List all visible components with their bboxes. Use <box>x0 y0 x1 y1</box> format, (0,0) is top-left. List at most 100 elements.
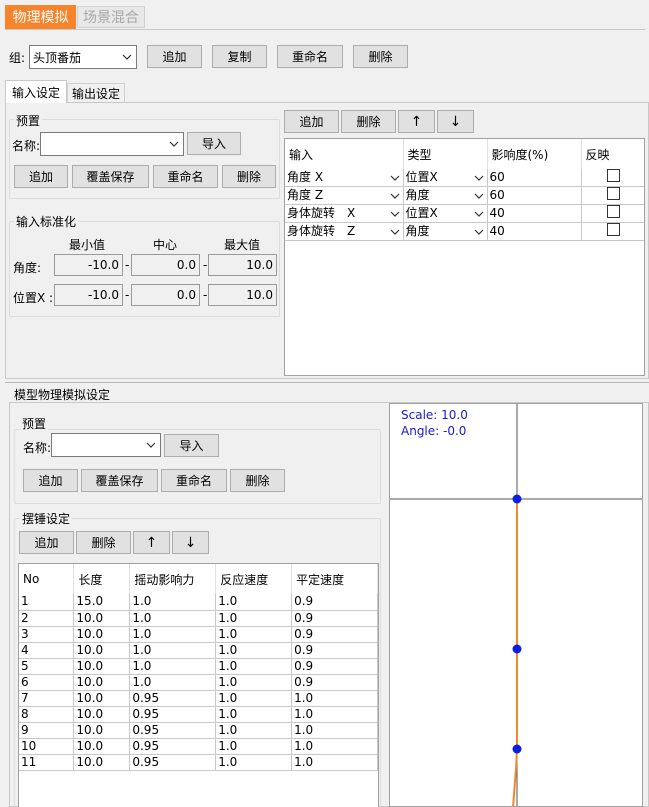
angle-min-input[interactable]: -10.0 <box>54 254 123 276</box>
input-cell-type[interactable]: 角度 <box>403 186 488 205</box>
table-row[interactable]: 10 10.0 0.95 1.0 1.0 <box>19 738 378 755</box>
pendulum-cell-settle[interactable]: 1.0 <box>291 706 378 723</box>
tab-input-settings[interactable]: 输入设定 <box>5 80 67 103</box>
table-row[interactable]: 9 10.0 0.95 1.0 1.0 <box>19 722 378 739</box>
input-table-row[interactable]: 角度 Z 角度 60 <box>285 186 644 205</box>
top-tab-scene-blend[interactable]: 场景混合 <box>77 6 145 28</box>
model-preset-name-select[interactable] <box>51 433 161 457</box>
group-copy-button[interactable]: 复制 <box>212 45 267 68</box>
pendulum-cell-length[interactable]: 15.0 <box>73 594 131 611</box>
group-select[interactable]: 头顶番茄 <box>29 45 137 69</box>
table-row[interactable]: 2 10.0 1.0 1.0 0.9 <box>19 610 378 627</box>
pendulum-cell-reaction[interactable]: 1.0 <box>215 690 293 707</box>
pendulum-cell-reaction[interactable]: 1.0 <box>215 658 293 675</box>
pendulum-cell-settle[interactable]: 1.0 <box>291 690 378 707</box>
pendulum-cell-length[interactable]: 10.0 <box>73 754 131 771</box>
input-col-type[interactable]: 类型 <box>403 139 488 169</box>
top-tab-physics[interactable]: 物理模拟 <box>5 5 76 29</box>
pendulum-move-down-button[interactable]: ↓ <box>172 531 209 554</box>
pendulum-cell-sway[interactable]: 0.95 <box>129 690 217 707</box>
input-cell-weight[interactable]: 60 <box>487 169 582 187</box>
input-cell-weight[interactable]: 40 <box>487 204 582 223</box>
pendulum-col-sway[interactable]: 摇动影响力 <box>129 564 217 594</box>
pendulum-cell-sway[interactable]: 0.95 <box>129 706 217 723</box>
pendulum-cell-length[interactable]: 10.0 <box>73 706 131 723</box>
pendulum-cell-sway[interactable]: 0.95 <box>129 738 217 755</box>
reflect-checkbox[interactable] <box>607 169 621 182</box>
group-delete-button[interactable]: 删除 <box>353 45 408 68</box>
pendulum-cell-settle[interactable]: 0.9 <box>291 610 378 627</box>
input-table-row[interactable]: 身体旋转 Z 角度 40 <box>285 222 644 241</box>
pendulum-cell-settle[interactable]: 1.0 <box>291 738 378 755</box>
input-cell-reflect[interactable] <box>581 222 644 241</box>
input-add-button[interactable]: 追加 <box>284 110 339 133</box>
pendulum-cell-no[interactable]: 6 <box>19 674 75 691</box>
pendulum-cell-no[interactable]: 10 <box>19 738 75 755</box>
input-table-row[interactable]: 身体旋转 X 位置X 40 <box>285 204 644 223</box>
pendulum-add-button[interactable]: 追加 <box>19 531 74 554</box>
input-cell-type[interactable]: 位置X <box>403 204 488 223</box>
pendulum-cell-sway[interactable]: 1.0 <box>129 658 217 675</box>
pendulum-cell-sway[interactable]: 0.95 <box>129 722 217 739</box>
pendulum-cell-no[interactable]: 5 <box>19 658 75 675</box>
pendulum-cell-settle[interactable]: 1.0 <box>291 754 378 771</box>
group-rename-button[interactable]: 重命名 <box>277 45 343 68</box>
pendulum-col-no[interactable]: No <box>19 564 75 594</box>
pendulum-cell-reaction[interactable]: 1.0 <box>215 626 293 643</box>
input-col-weight[interactable]: 影响度(%) <box>487 139 582 169</box>
model-preset-delete-button[interactable]: 删除 <box>230 469 285 492</box>
preset-rename-button[interactable]: 重命名 <box>153 165 218 188</box>
table-row[interactable]: 6 10.0 1.0 1.0 0.9 <box>19 674 378 691</box>
pendulum-cell-sway[interactable]: 1.0 <box>129 594 217 611</box>
table-row[interactable]: 5 10.0 1.0 1.0 0.9 <box>19 658 378 675</box>
pendulum-cell-no[interactable]: 3 <box>19 626 75 643</box>
pendulum-cell-length[interactable]: 10.0 <box>73 626 131 643</box>
input-cell-input[interactable]: 角度 X <box>285 169 404 187</box>
pendulum-cell-no[interactable]: 4 <box>19 642 75 659</box>
input-cell-input[interactable]: 身体旋转 X <box>285 204 404 223</box>
input-cell-weight[interactable]: 40 <box>487 222 582 241</box>
pendulum-cell-settle[interactable]: 0.9 <box>291 642 378 659</box>
input-table-row[interactable]: 角度 X 位置X 60 <box>285 169 644 187</box>
pendulum-cell-sway[interactable]: 1.0 <box>129 626 217 643</box>
model-preset-overwrite-button[interactable]: 覆盖保存 <box>81 469 158 492</box>
pendulum-cell-settle[interactable]: 0.9 <box>291 674 378 691</box>
pendulum-cell-reaction[interactable]: 1.0 <box>215 610 293 627</box>
pendulum-cell-sway[interactable]: 0.95 <box>129 754 217 771</box>
pendulum-cell-length[interactable]: 10.0 <box>73 610 131 627</box>
input-move-up-button[interactable]: ↑ <box>398 110 435 133</box>
preset-name-select[interactable] <box>40 132 184 156</box>
model-preset-add-button[interactable]: 追加 <box>23 469 78 492</box>
preset-import-button[interactable]: 导入 <box>187 132 241 155</box>
reflect-checkbox[interactable] <box>607 205 621 218</box>
input-cell-input[interactable]: 角度 Z <box>285 186 404 205</box>
preset-overwrite-button[interactable]: 覆盖保存 <box>72 165 149 188</box>
pendulum-cell-settle[interactable]: 0.9 <box>291 626 378 643</box>
table-row[interactable]: 8 10.0 0.95 1.0 1.0 <box>19 706 378 723</box>
group-add-button[interactable]: 追加 <box>147 45 202 68</box>
pendulum-cell-no[interactable]: 9 <box>19 722 75 739</box>
input-cell-reflect[interactable] <box>581 186 644 205</box>
pendulum-delete-button[interactable]: 删除 <box>76 531 131 554</box>
preview-panel[interactable]: Scale: 10.0 Angle: -0.0 <box>389 403 643 807</box>
input-col-reflect[interactable]: 反映 <box>581 139 644 169</box>
pendulum-cell-reaction[interactable]: 1.0 <box>215 722 293 739</box>
pendulum-cell-reaction[interactable]: 1.0 <box>215 754 293 771</box>
pendulum-col-length[interactable]: 长度 <box>73 564 131 594</box>
pendulum-cell-length[interactable]: 10.0 <box>73 674 131 691</box>
pendulum-cell-reaction[interactable]: 1.0 <box>215 706 293 723</box>
posx-min-input[interactable]: -10.0 <box>54 284 123 306</box>
pendulum-cell-no[interactable]: 11 <box>19 754 75 771</box>
input-cell-reflect[interactable] <box>581 169 644 187</box>
pendulum-cell-no[interactable]: 7 <box>19 690 75 707</box>
preset-add-button[interactable]: 追加 <box>14 165 68 188</box>
pendulum-col-reaction[interactable]: 反应速度 <box>215 564 293 594</box>
pendulum-cell-no[interactable]: 8 <box>19 706 75 723</box>
input-cell-weight[interactable]: 60 <box>487 186 582 205</box>
input-col-input[interactable]: 输入 <box>285 139 404 169</box>
pendulum-col-settle[interactable]: 平定速度 <box>291 564 378 594</box>
pendulum-cell-settle[interactable]: 1.0 <box>291 722 378 739</box>
model-preset-rename-button[interactable]: 重命名 <box>161 469 227 492</box>
pendulum-cell-reaction[interactable]: 1.0 <box>215 594 293 611</box>
reflect-checkbox[interactable] <box>607 187 621 200</box>
